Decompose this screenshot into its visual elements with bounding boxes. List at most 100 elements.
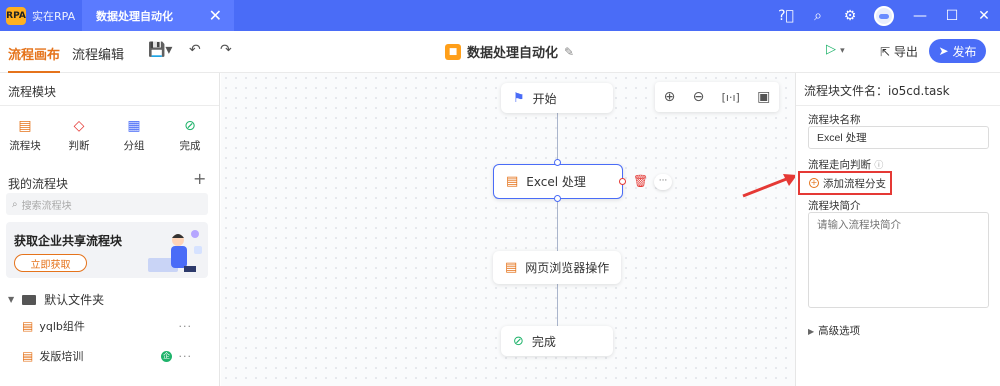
node-label: 完成	[531, 334, 556, 349]
file-name: 流程块文件名：io5cd.task	[804, 84, 950, 98]
branch-label: 流程走向判断 ⓘ	[808, 157, 883, 172]
module-flow-block[interactable]: ▤ 流程块	[5, 117, 45, 153]
publish-button[interactable]: ➤ 发布	[929, 39, 986, 63]
export-label: 导出	[893, 45, 918, 59]
close-icon[interactable]: ✕	[968, 8, 1000, 24]
export-icon: ⇱	[880, 45, 891, 59]
advanced-label: 高级选项	[818, 325, 861, 337]
app-tab[interactable]: RPA 实在RPA	[0, 0, 78, 31]
start-icon: ⚑	[513, 90, 525, 106]
decision-icon: ◇	[73, 118, 85, 134]
description-field[interactable]	[808, 212, 989, 308]
avatar[interactable]	[874, 5, 894, 26]
connector	[557, 199, 558, 251]
search-icon: ⌕	[12, 198, 18, 210]
name-field[interactable]	[808, 126, 989, 149]
tab-document[interactable]: 数据处理自动化 ✕	[82, 0, 234, 31]
document-title-label: 数据处理自动化	[467, 46, 559, 61]
node-label: 网页浏览器操作	[525, 261, 610, 275]
more-icon[interactable]: ···	[179, 350, 193, 363]
properties-panel: 流程块文件名：io5cd.task 流程块名称 流程走向判断 ⓘ + 添加流程分…	[795, 73, 1000, 386]
node-port[interactable]	[554, 195, 561, 202]
edit-icon[interactable]: ✎	[564, 45, 574, 59]
node-port[interactable]	[619, 178, 626, 185]
flow-block-icon: ▤	[22, 319, 34, 333]
send-icon: ➤	[938, 44, 949, 58]
module-decision[interactable]: ◇ 判断	[59, 117, 99, 153]
complete-icon: ⊘	[513, 333, 524, 349]
tab-document-label: 数据处理自动化	[96, 9, 173, 23]
list-item[interactable]: ▤ 发版培训 企 ···	[22, 348, 202, 364]
zoom-out-icon[interactable]: ⊖	[693, 89, 705, 105]
folder-label: 默认文件夹	[44, 293, 105, 307]
zoom-toolbar: ⊕ ⊖ [ı·ı] ▣	[655, 82, 779, 112]
tab-canvas[interactable]: 流程画布	[8, 44, 61, 73]
document-title: ■ 数据处理自动化 ✎	[445, 42, 574, 61]
plus-circle-icon: +	[809, 178, 819, 188]
divider	[796, 105, 1000, 106]
flow-canvas[interactable]: ⊕ ⊖ [ı·ı] ▣ ⚑ 开始 ▤ Excel 处理 🗑 ··· ▤ 网页浏览…	[221, 73, 795, 386]
caret-down-icon[interactable]: ▼	[8, 295, 14, 304]
list-item[interactable]: ▤ yqlb组件 ···	[22, 318, 202, 334]
module-label: 流程块	[9, 140, 41, 152]
search-placeholder: 搜索流程块	[21, 200, 72, 212]
maximize-icon[interactable]: ☐	[936, 8, 968, 24]
node-browser[interactable]: ▤ 网页浏览器操作	[493, 251, 621, 284]
promo-banner: 获取企业共享流程块 立即获取	[6, 222, 208, 278]
undo-icon[interactable]: ↶	[189, 42, 201, 58]
document-icon: ■	[445, 43, 461, 60]
delete-icon[interactable]: 🗑	[633, 174, 648, 188]
search-input[interactable]: ⌕ 搜索流程块	[6, 193, 208, 215]
name-label: 流程块名称	[808, 114, 861, 126]
fit-icon[interactable]: [ı·ı]	[722, 91, 740, 104]
default-folder[interactable]: ▼ 默认文件夹	[8, 291, 104, 308]
add-branch-label: 添加流程分支	[823, 177, 886, 190]
info-icon[interactable]: ⓘ	[874, 161, 883, 171]
node-label: Excel 处理	[526, 175, 586, 189]
list-item-label: 发版培训	[39, 350, 84, 363]
branch-label-text: 流程走向判断	[808, 159, 871, 171]
list-item-label: yqlb组件	[39, 320, 85, 333]
module-label: 判断	[68, 140, 90, 152]
connector	[557, 113, 558, 165]
save-icon[interactable]: 💾▾	[148, 42, 172, 58]
desc-label: 流程块简介	[808, 200, 861, 212]
publish-label: 发布	[952, 44, 977, 59]
run-button[interactable]: ▷ ▾	[826, 42, 845, 57]
minimize-icon[interactable]: —	[904, 8, 936, 24]
node-port[interactable]	[554, 159, 561, 166]
redo-icon[interactable]: ↷	[220, 42, 232, 58]
search-icon[interactable]: ⌕	[802, 8, 834, 24]
my-blocks-title: 我的流程块	[8, 177, 69, 191]
annotation-arrow-icon	[742, 174, 797, 198]
sidebar-title: 流程模块	[8, 85, 57, 99]
add-branch-button[interactable]: + 添加流程分支	[798, 171, 892, 195]
module-complete[interactable]: ⊘ 完成	[170, 117, 210, 153]
node-complete[interactable]: ⊘ 完成	[501, 326, 613, 356]
more-icon[interactable]: ···	[179, 320, 193, 333]
title-bar: RPA 实在RPA 数据处理自动化 ✕ ?⃝ ⌕ ⚙ — ☐ ✕	[0, 0, 1000, 31]
node-excel[interactable]: ▤ Excel 处理	[493, 164, 623, 199]
banner-title: 获取企业共享流程块	[14, 234, 123, 248]
toolbar: 流程画布 流程编辑 💾▾ ↶ ↷ ■ 数据处理自动化 ✎ ▷ ▾ ⇱ 导出 ➤ 发…	[0, 31, 1000, 73]
group-icon: ▦	[127, 118, 141, 134]
app-name: 实在RPA	[32, 9, 76, 23]
caret-right-icon: ▶	[808, 327, 815, 336]
get-now-button[interactable]: 立即获取	[14, 254, 87, 272]
tab-close-icon[interactable]: ✕	[209, 6, 222, 25]
minimap-icon[interactable]: ▣	[757, 89, 770, 105]
zoom-in-icon[interactable]: ⊕	[664, 89, 676, 105]
more-icon[interactable]: ···	[654, 174, 672, 190]
folder-icon	[22, 294, 37, 305]
help-icon[interactable]: ?⃝	[770, 8, 802, 24]
add-icon[interactable]: +	[193, 169, 206, 188]
tab-editor[interactable]: 流程编辑	[72, 44, 124, 63]
advanced-options[interactable]: ▶ 高级选项	[808, 323, 860, 338]
module-group[interactable]: ▦ 分组	[114, 117, 154, 153]
module-sidebar: 流程模块 ▤ 流程块 ◇ 判断 ▦ 分组 ⊘ 完成 我的流程块 + ⌕ 搜索流程…	[0, 73, 220, 386]
export-button[interactable]: ⇱ 导出	[880, 43, 918, 60]
settings-icon[interactable]: ⚙	[834, 8, 866, 24]
node-start[interactable]: ⚑ 开始	[501, 83, 613, 113]
node-label: 开始	[532, 91, 557, 106]
module-label: 完成	[179, 140, 201, 152]
